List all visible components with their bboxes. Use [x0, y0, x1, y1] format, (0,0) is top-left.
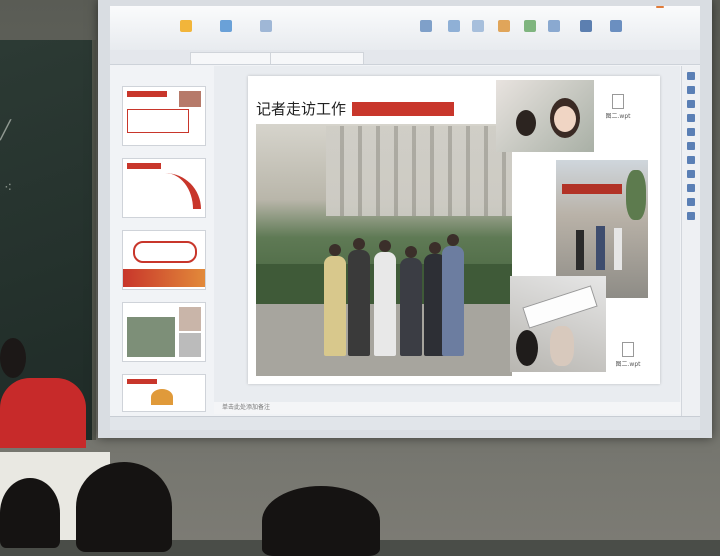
ribbon-button[interactable]: [448, 20, 460, 34]
ribbon-button[interactable]: [498, 20, 510, 34]
doc-tab[interactable]: [270, 52, 364, 64]
embedded-file-icon[interactable]: 图二.wpt: [596, 94, 640, 120]
slide-thumbnail[interactable]: [122, 86, 206, 146]
slide-canvas: 记者走访工作 图二.wpt 图二.wpt: [214, 66, 680, 406]
slide-title: 记者走访工作: [256, 100, 347, 118]
tool-icon[interactable]: [687, 170, 695, 178]
slide-thumbnail[interactable]: [122, 158, 206, 218]
sign-photo: [510, 276, 606, 372]
speaker-notes[interactable]: 单击此处添加备注: [214, 402, 688, 414]
audience-head: [262, 486, 380, 556]
current-slide: 记者走访工作 图二.wpt 图二.wpt: [248, 76, 660, 384]
slide-thumbnail[interactable]: [122, 230, 206, 290]
audience-head: [0, 478, 60, 548]
tool-icon[interactable]: [687, 86, 695, 94]
document-tab-bar: [110, 50, 700, 65]
tool-icon[interactable]: [687, 114, 695, 122]
doc-tab[interactable]: [190, 52, 274, 64]
ribbon-button[interactable]: [472, 20, 484, 34]
tool-icon[interactable]: [687, 128, 695, 136]
ribbon-button[interactable]: [260, 20, 272, 34]
tool-icon[interactable]: [687, 212, 695, 220]
tool-icon[interactable]: [687, 184, 695, 192]
slide-thumbnail[interactable]: [122, 374, 206, 412]
person: [374, 240, 396, 356]
chalk-writing: ⁖: [4, 180, 13, 196]
building: [326, 126, 512, 216]
person: [348, 238, 370, 356]
ribbon-button[interactable]: [610, 20, 622, 34]
tool-icon[interactable]: [687, 72, 695, 80]
presenter-person: [0, 338, 92, 448]
tool-icon[interactable]: [687, 198, 695, 206]
group-photo: [256, 124, 512, 376]
audience-head: [76, 462, 172, 552]
ribbon-button[interactable]: [524, 20, 536, 34]
selfie-photo: [496, 80, 594, 152]
person: [442, 234, 464, 356]
account-button[interactable]: [656, 6, 664, 8]
ribbon-toolbar: [110, 6, 700, 51]
tool-icon[interactable]: [687, 156, 695, 164]
projection-screen: 记者走访工作 图二.wpt 图二.wpt 单击此处添加备注: [98, 0, 712, 438]
ribbon-button[interactable]: [180, 20, 192, 34]
ribbon-button[interactable]: [548, 20, 560, 34]
chalk-writing: ╱: [0, 120, 11, 141]
tool-icon[interactable]: [687, 100, 695, 108]
tool-icon[interactable]: [687, 142, 695, 150]
slide-thumbnail[interactable]: [122, 302, 206, 362]
ribbon-button[interactable]: [220, 20, 232, 34]
slide-thumbnail-pane: [110, 76, 210, 416]
person: [324, 244, 346, 356]
person: [400, 246, 422, 356]
ribbon-button[interactable]: [580, 20, 592, 34]
ribbon-button[interactable]: [420, 20, 432, 34]
status-bar: [110, 416, 700, 430]
embedded-file-icon[interactable]: 图二.wpt: [606, 342, 650, 368]
presentation-app-window: 记者走访工作 图二.wpt 图二.wpt 单击此处添加备注: [110, 6, 700, 430]
right-tool-rail: [681, 66, 700, 416]
red-banner: [352, 102, 454, 116]
